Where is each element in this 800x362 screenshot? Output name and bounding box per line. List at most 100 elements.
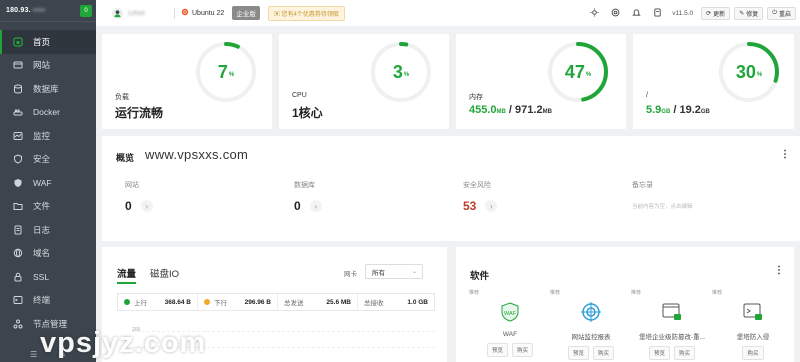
edition-badge[interactable]: 企业版 <box>232 6 260 20</box>
software-name: 堡塔防入侵 <box>736 334 770 341</box>
sidebar-item-label: Docker <box>33 107 60 118</box>
databases-label: 数据库 <box>294 182 315 189</box>
sidebar-item-home[interactable]: 首页 <box>0 30 96 54</box>
site-watermark-text: www.vpsxxs.com <box>145 147 249 162</box>
overview-more-icon[interactable]: ⋮ <box>780 149 790 160</box>
recommend-tag: 推荐 <box>550 290 561 296</box>
sidebar-item-label: 日志 <box>33 224 51 235</box>
software-item-intrusion[interactable]: 推荐 堡塔防入侵 购买 <box>712 289 794 360</box>
sidebar-item-files[interactable]: 文件 <box>0 195 96 219</box>
terminal-shield-icon <box>742 301 764 323</box>
buy-button[interactable]: 购买 <box>742 346 764 360</box>
software-name: 网站监控报表 <box>571 334 611 341</box>
terminal-icon <box>12 295 23 306</box>
software-item-site-monitor[interactable]: 推荐 网站监控报表 预览 购买 <box>550 289 632 360</box>
risk-count: 53 <box>463 199 477 213</box>
overview-card: 概览 www.vpsxxs.com ⋮ 网站 0 › 数据库 0 › 安全风险 53… <box>102 136 800 241</box>
monitor-icon <box>12 130 23 141</box>
overview-databases[interactable]: 数据库 0 › <box>294 180 322 213</box>
update-button[interactable]: ⟳ 更新 <box>701 6 731 20</box>
download-value: 296.96 B <box>244 298 271 306</box>
waf-shield-icon: WAF <box>499 301 521 323</box>
databases-count: 0 <box>294 199 301 213</box>
buy-button[interactable]: 购买 <box>512 343 534 357</box>
server-header[interactable]: 180.93. ▪▪▪▪▪ 0 <box>0 0 96 22</box>
folder-icon <box>12 201 23 212</box>
software-more-icon[interactable]: ⋮ <box>774 265 784 276</box>
load-card[interactable]: 7% 负载 运行流畅 <box>102 34 272 129</box>
sidebar-item-docker[interactable]: Docker <box>0 101 96 125</box>
cpu-percent: 3 <box>392 61 403 82</box>
memory-usage: 455.0MB / 971.2MB <box>469 104 552 116</box>
sidebar-item-domain[interactable]: 域名 <box>0 242 96 266</box>
cpu-label: CPU <box>292 92 307 99</box>
support-icon[interactable] <box>611 8 620 19</box>
os-info: Ubuntu 22 <box>181 8 224 18</box>
username: Linux <box>128 9 145 17</box>
download-dot-icon <box>204 299 210 305</box>
disk-gauge[interactable]: 30% <box>717 40 781 104</box>
message-count-badge[interactable]: 0 <box>80 4 92 17</box>
memo-placeholder[interactable]: 当前内容为空，点击编辑 <box>632 202 693 210</box>
notes-icon[interactable] <box>653 7 662 19</box>
wrench-icon: ✎ <box>739 10 745 17</box>
upload-dot-icon <box>124 299 130 305</box>
received-value: 1.0 GB <box>407 298 428 306</box>
preview-button[interactable]: 预览 <box>648 346 670 360</box>
sent-label: 总发送 <box>284 300 304 307</box>
chevron-right-icon[interactable]: › <box>309 200 322 212</box>
memory-slash: / <box>505 104 516 116</box>
overview-sites[interactable]: 网站 0 › <box>125 180 153 213</box>
chevron-right-icon[interactable]: › <box>485 200 498 212</box>
percent-sign: % <box>756 72 763 78</box>
download-stat: 下行 296.96 B <box>198 294 278 310</box>
recommend-tag: 推荐 <box>631 290 642 296</box>
bell-icon[interactable] <box>632 8 642 19</box>
sidebar-item-terminal[interactable]: 终端 <box>0 289 96 313</box>
software-title: 软件 <box>470 271 490 282</box>
software-name: 堡塔企业级防篡改-重... <box>638 334 706 341</box>
restart-button[interactable]: ⏻ 重启 <box>767 6 796 20</box>
buy-button[interactable]: 购买 <box>593 346 615 360</box>
theme-sun-icon[interactable] <box>590 7 599 19</box>
sidebar-item-website[interactable]: 网站 <box>0 54 96 78</box>
memory-card[interactable]: 47% 内存 455.0MB / 971.2MB <box>456 34 626 129</box>
preview-button[interactable]: 预览 <box>486 343 508 357</box>
sidebar-item-security[interactable]: 安全 <box>0 148 96 172</box>
ssl-icon <box>12 271 23 282</box>
cpu-gauge[interactable]: 3% <box>369 40 433 104</box>
memory-used: 455.0 <box>469 104 497 116</box>
version-label[interactable]: v11.5.0 <box>672 10 693 17</box>
disk-card[interactable]: 30% / 5.9GB / 19.2GB <box>633 34 794 129</box>
buy-button[interactable]: 购买 <box>674 346 696 360</box>
overview-memo[interactable]: 备忘录 当前内容为空，点击编辑 <box>632 180 693 210</box>
memory-gauge[interactable]: 47% <box>546 40 610 104</box>
sidebar-item-monitor[interactable]: 监控 <box>0 124 96 148</box>
nic-select[interactable]: 所有 ⌄ <box>365 264 423 279</box>
preview-button[interactable]: 预览 <box>567 346 589 360</box>
chevron-right-icon[interactable]: › <box>140 200 153 212</box>
memory-total-unit: MB <box>542 109 552 115</box>
coupon-banner[interactable]: ▣ 您有4个优惠券待领取 <box>267 5 345 21</box>
sidebar-item-waf[interactable]: WAF <box>0 171 96 195</box>
sidebar-item-label: 文件 <box>33 201 51 212</box>
load-gauge[interactable]: 7% <box>194 40 258 104</box>
tab-disk-io[interactable]: 磁盘IO <box>150 266 179 284</box>
sidebar-item-ssl[interactable]: SSL <box>0 265 96 289</box>
nic-select-value: 所有 <box>372 269 385 277</box>
tab-traffic[interactable]: 流量 <box>117 266 137 284</box>
avatar[interactable] <box>112 7 123 19</box>
sidebar-item-logs[interactable]: 日志 <box>0 218 96 242</box>
sidebar-item-label: 监控 <box>33 130 51 141</box>
cpu-card[interactable]: 3% CPU 1核心 <box>279 34 449 129</box>
repair-button[interactable]: ✎ 修复 <box>734 6 764 20</box>
collapse-menu-icon[interactable]: ☰ <box>30 350 37 359</box>
disk-total-unit: GB <box>700 109 710 115</box>
software-item-waf[interactable]: 推荐 WAF WAF 预览 购买 <box>469 289 551 357</box>
software-name: WAF <box>502 331 518 338</box>
top-bar: Linux Ubuntu 22 企业版 ▣ 您有4个优惠券待领取 v11.5.0… <box>96 0 800 26</box>
overview-security-risk[interactable]: 安全风险 53 › <box>463 180 498 213</box>
sidebar-item-database[interactable]: 数据库 <box>0 77 96 101</box>
disk-percent: 30 <box>735 61 756 82</box>
software-item-tamper[interactable]: 推荐 堡塔企业级防篡改-重... 预览 购买 <box>631 289 713 360</box>
